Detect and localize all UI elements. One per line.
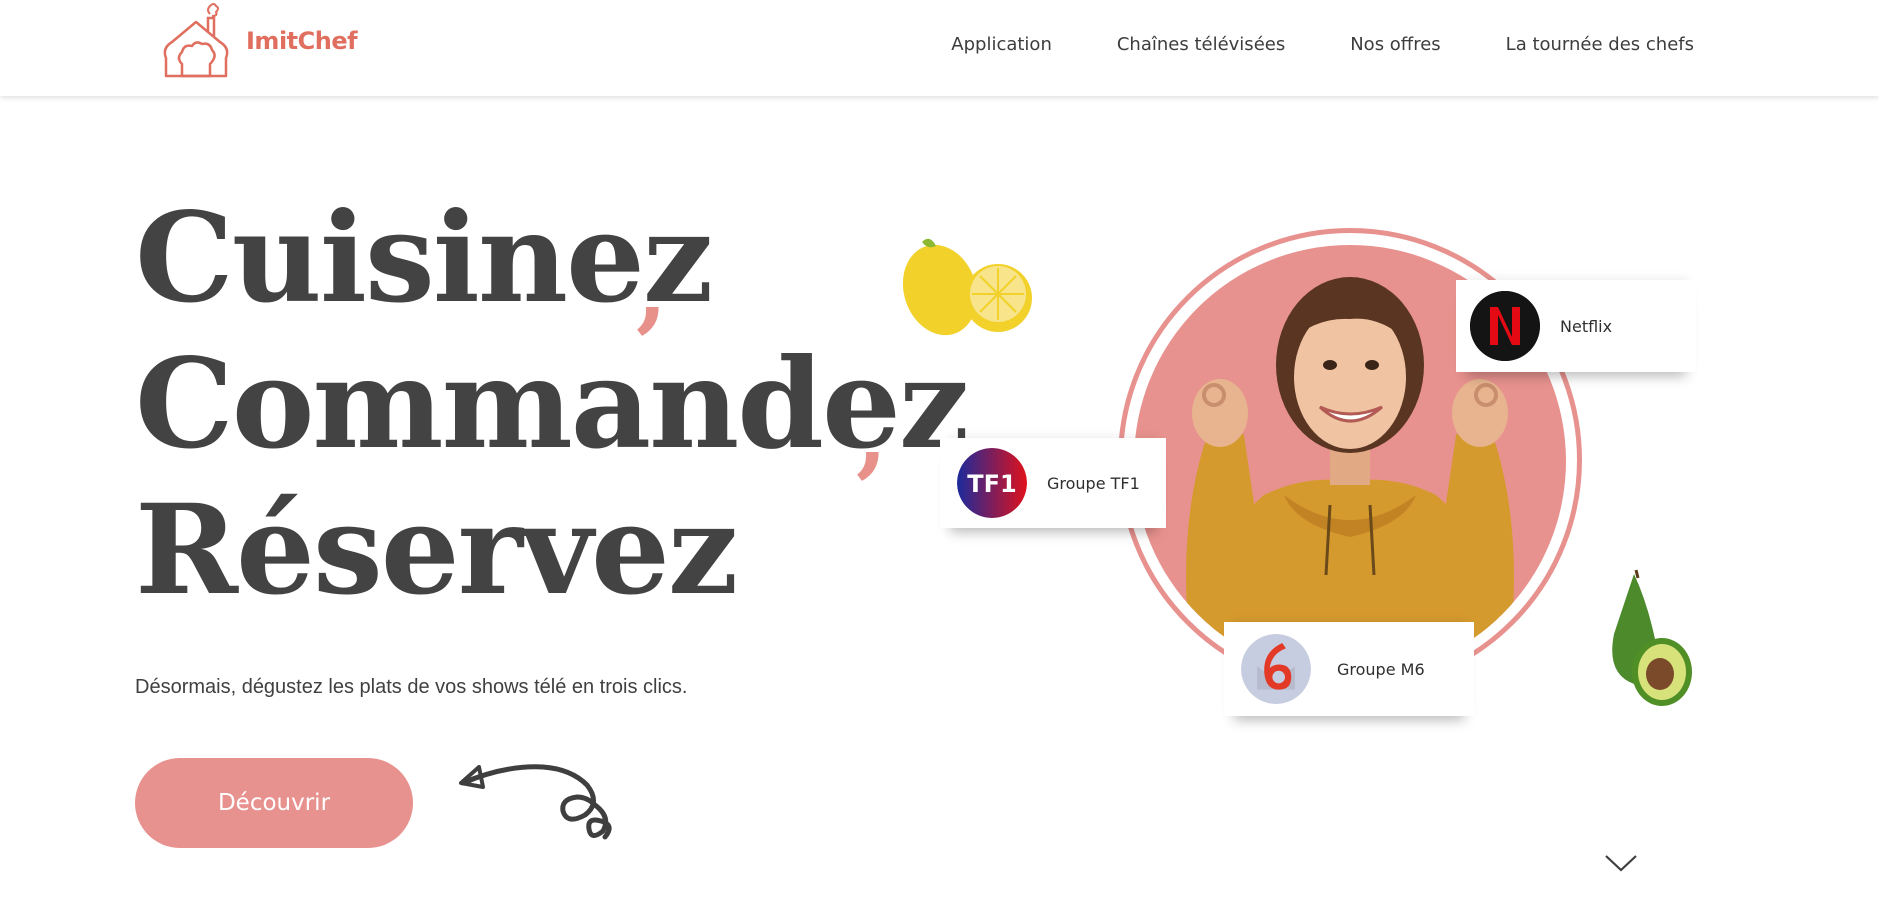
channel-badge-netflix[interactable]: Netflix [1456, 280, 1696, 372]
logo-text: ImitChef [246, 27, 358, 55]
svg-text:TF1: TF1 [967, 470, 1016, 498]
hero-comma-1: , [636, 237, 668, 343]
main-nav: Application Chaînes télévisées Nos offre… [886, 34, 1694, 55]
chevron-down-icon[interactable] [1604, 852, 1638, 874]
m6-logo-icon [1241, 634, 1311, 704]
channel-label-netflix: Netflix [1560, 316, 1613, 336]
nav-item-application[interactable]: Application [951, 34, 1052, 55]
channel-badge-m6[interactable]: Groupe M6 [1224, 622, 1474, 716]
nav-item-chaines-televisees[interactable]: Chaînes télévisées [1117, 34, 1285, 55]
hero-line-cuisinez: Cuisinez [135, 186, 713, 331]
tf1-logo-icon: TF1 [957, 448, 1027, 518]
discover-button[interactable]: Découvrir [135, 758, 413, 848]
avocado-image [1612, 569, 1692, 706]
channel-label-tf1: Groupe TF1 [1047, 473, 1140, 493]
nav-item-tournee-des-chefs[interactable]: La tournée des chefs [1506, 34, 1694, 55]
squiggle-arrow-icon [459, 764, 612, 840]
hero-line-reservez: Réservez [135, 478, 738, 623]
lemon-image [902, 238, 1032, 336]
netflix-logo-icon [1470, 291, 1540, 361]
logo-link[interactable]: ImitChef [160, 2, 358, 80]
hero-line-commandez: Commandez [135, 332, 969, 477]
channel-label-m6: Groupe M6 [1337, 659, 1425, 679]
hero-comma-2: , [856, 382, 888, 488]
site-header: ImitChef Application Chaînes télévisées … [0, 0, 1879, 96]
hero-subtitle: Désormais, dégustez les plats de vos sho… [135, 676, 688, 698]
channel-badge-tf1[interactable]: TF1 Groupe TF1 [940, 438, 1166, 528]
nav-item-nos-offres[interactable]: Nos offres [1350, 34, 1440, 55]
chef-hat-logo-icon [163, 3, 229, 78]
